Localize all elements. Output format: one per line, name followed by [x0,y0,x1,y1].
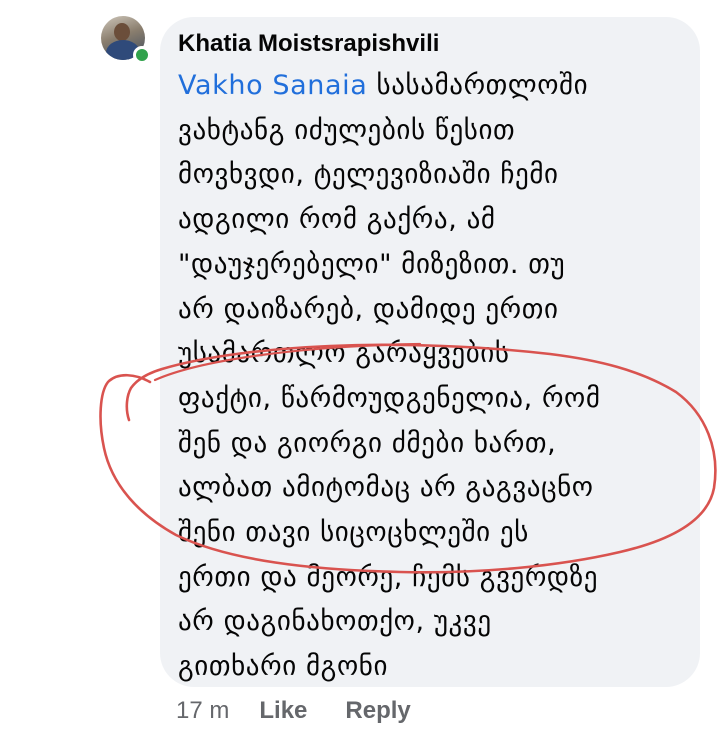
timestamp[interactable]: 17 m [176,697,229,724]
comment-line: უსამართლო გარაყვების [178,338,510,370]
comment-actions: 17 m Like Reply [176,697,411,725]
online-status-icon [133,46,151,64]
comment-line: მოვხვდი, ტელევიზიაში ჩემი [178,159,559,191]
comment-line: ფაქტი, წარმოუდგენელია, რომ [178,382,601,414]
comment-line: არ დაიზარებ, დამიდე ერთი [178,293,559,325]
mention-link[interactable]: Vakho Sanaia [178,70,367,101]
like-button[interactable]: Like [259,697,307,724]
comment-line: ვახტანგ იძულების წესით [178,114,516,146]
comment-line-text: სასამართლოში [367,70,589,101]
avatar-head-shape [114,23,130,41]
comment-line: ერთი და მეორე, ჩემს გვერდზე [178,561,599,593]
comment-line: გითხარი მგონი [178,651,389,683]
comment-line: შენი თავი სიცოცხლეში ეს [178,517,529,549]
comment-line: ადგილი რომ გაქრა, ამ [178,204,496,236]
comment-text: Vakho Sanaia სასამართლოში ვახტანგ იძულებ… [178,64,693,690]
comment-line: "დაუჯერებელი" მიზეზით. თუ [178,248,566,280]
reply-button[interactable]: Reply [345,697,410,724]
comment-line: ალბათ ამიტომაც არ გაგვაცნო [178,472,594,504]
comment-screenshot: Khatia Moistsrapishvili Vakho Sanaia სას… [0,0,720,732]
comment-line: არ დაგინახოთქო, უკვე [178,606,492,638]
comment-author-name[interactable]: Khatia Moistsrapishvili [178,30,439,58]
comment-line: შენ და გიორგი ძმები ხართ, [178,427,557,459]
comment-line: Vakho Sanaia სასამართლოში [178,64,693,109]
